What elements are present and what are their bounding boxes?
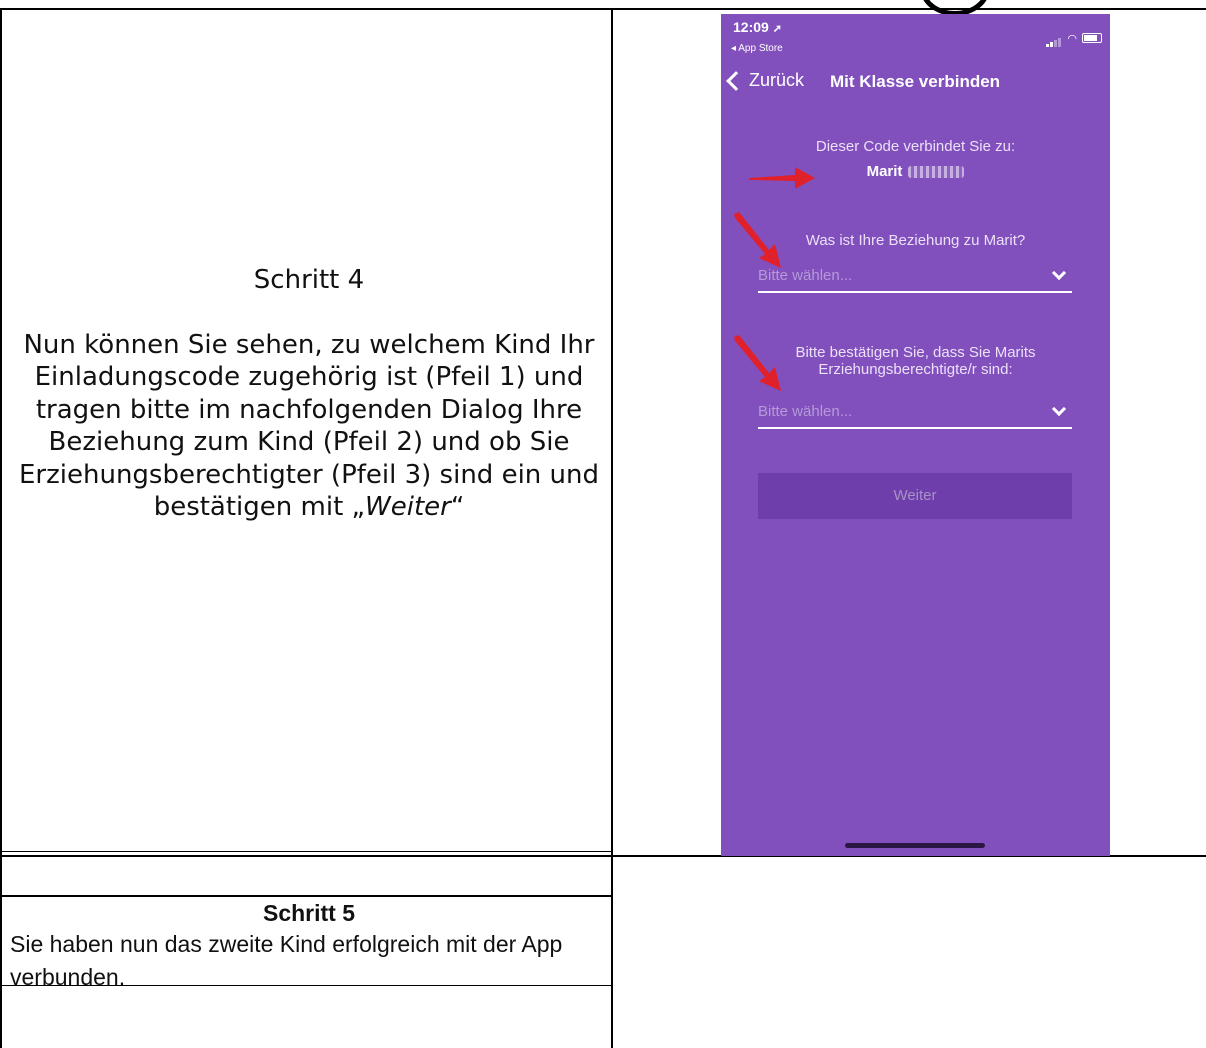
- battery-icon: [1082, 33, 1102, 43]
- nav-title: Mit Klasse verbinden: [830, 72, 1001, 91]
- guardian-select-placeholder: Bitte wählen...: [758, 403, 853, 420]
- step4-body-quote-close: “: [450, 492, 465, 522]
- step4-body-emphasis: Weiter: [365, 492, 451, 522]
- code-label: Dieser Code verbindet Sie zu:: [815, 138, 1016, 155]
- chevron-down-icon: [1051, 265, 1067, 281]
- relationship-select[interactable]: Bitte wählen...: [758, 263, 1072, 293]
- status-back-to-app-store[interactable]: ◂ App Store: [731, 43, 783, 54]
- chevron-down-icon: [1051, 401, 1067, 417]
- signal-icon: [1046, 29, 1062, 47]
- step4-cell: Schritt 4 Nun können Sie sehen, zu welch…: [8, 264, 610, 524]
- table-left-border: [0, 8, 2, 1048]
- blurred-surname: [908, 166, 965, 179]
- chevron-left-icon: [726, 70, 746, 91]
- back-button-label: Zurück: [749, 70, 805, 90]
- continue-button[interactable]: Weiter: [758, 473, 1072, 519]
- table-column-divider: [611, 8, 613, 1048]
- step4-body-text: Nun können Sie sehen, zu welchem Kind Ih…: [19, 329, 599, 523]
- annotation-arrow-3: [734, 335, 781, 391]
- back-button[interactable]: Zurück: [726, 70, 805, 91]
- table-row-divider: [0, 895, 611, 897]
- phone-screenshot: 12:09 ➚ ◂ App Store ◠ Zurück Mit Klasse …: [721, 14, 1110, 856]
- home-indicator[interactable]: [845, 843, 985, 848]
- annotation-arrow-1: [749, 167, 815, 189]
- annotation-arrow-2: [734, 212, 781, 268]
- guardian-select[interactable]: Bitte wählen...: [758, 399, 1072, 429]
- status-icons: ◠: [1046, 29, 1102, 47]
- step4-title: Schritt 4: [253, 265, 365, 295]
- step5-title: Schritt 5: [262, 900, 356, 926]
- step4-body: Nun können Sie sehen, zu welchem Kind Ih…: [8, 329, 610, 524]
- step5-body: Sie haben nun das zweite Kind erfolgreic…: [10, 931, 563, 990]
- table-row-divider-thin: [0, 851, 611, 852]
- location-arrow-icon: ➚: [772, 23, 782, 35]
- table-top-border: [0, 8, 1206, 10]
- wifi-icon: ◠: [1067, 32, 1077, 45]
- status-time: 12:09 ➚: [733, 19, 782, 35]
